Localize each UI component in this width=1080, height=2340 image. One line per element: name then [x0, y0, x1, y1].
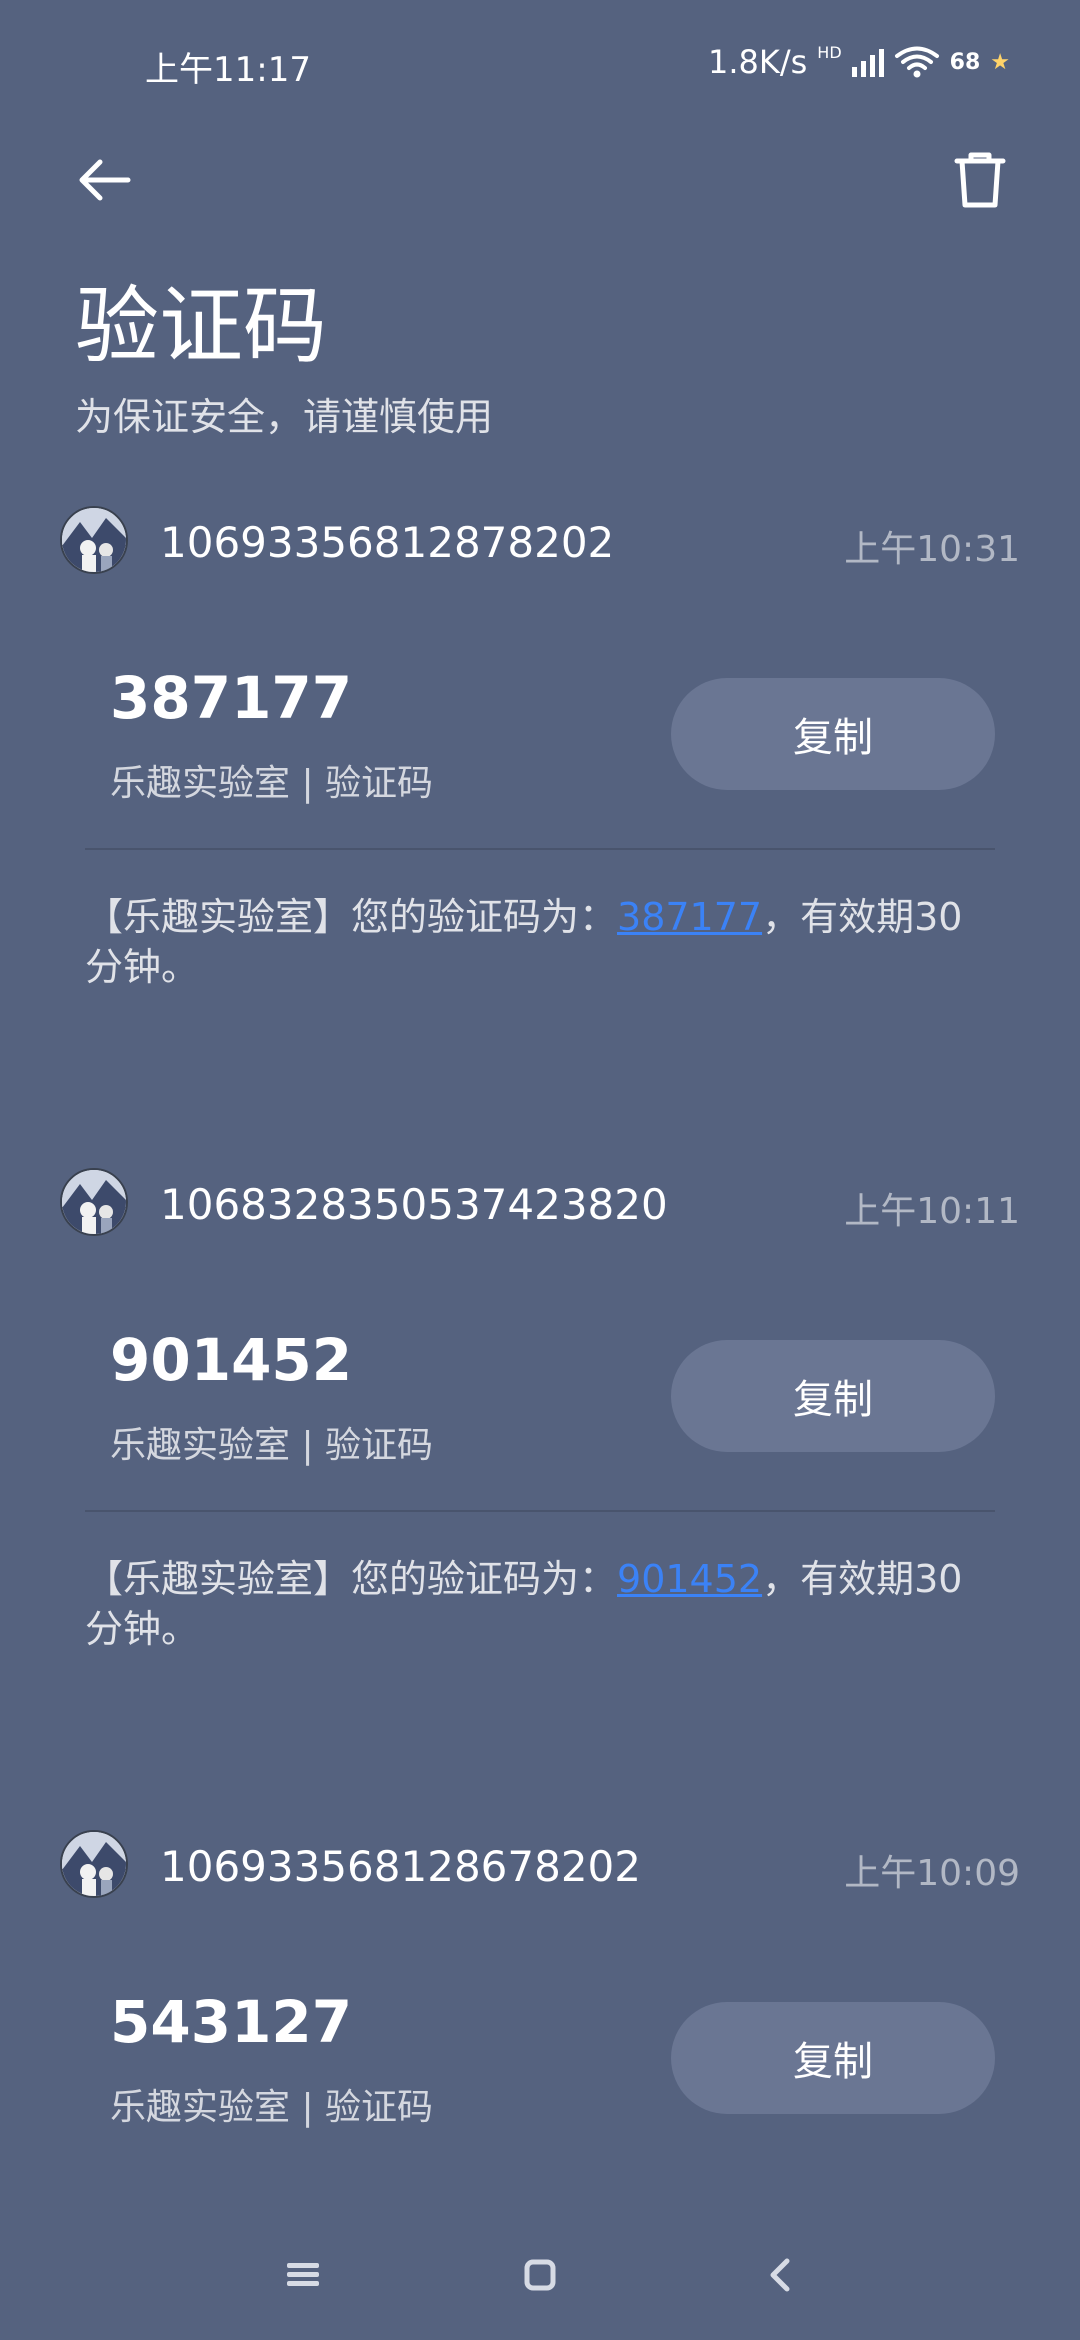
page-subtitle: 为保证安全，请谨慎使用 — [75, 395, 494, 439]
sender-number: 10693356812878202 — [160, 518, 615, 567]
message-code-link[interactable]: 901452 — [617, 1557, 762, 1601]
avatar-image-icon — [62, 1170, 126, 1234]
status-time: 上午11:17 — [145, 50, 311, 90]
back-arrow-icon — [79, 159, 131, 201]
sender-number: 106832835053742382​0 — [160, 1180, 668, 1229]
navigation-bar — [0, 2230, 1080, 2320]
avatar-image-icon — [62, 1832, 126, 1896]
code-source-tag: 乐趣实验室 | 验证码 — [110, 1425, 434, 1466]
copy-button[interactable]: 复制 — [671, 1340, 995, 1452]
verification-code-screen: 上午11:17 1.8K/s HD 68 ★ 验证码 为保证安全，请谨慎使用 1… — [0, 0, 1080, 2340]
status-bar: 上午11:17 1.8K/s HD 68 ★ — [0, 0, 1080, 130]
home-square-icon — [524, 2259, 556, 2291]
message-body-prefix: 【乐趣实验室】您的验证码为： — [85, 895, 618, 939]
verification-code: 901452 — [110, 1326, 353, 1394]
menu-icon — [287, 2263, 319, 2286]
delete-button[interactable] — [945, 145, 1015, 215]
divider — [85, 1510, 995, 1512]
message-time: 上午10:11 — [844, 1191, 1020, 1232]
signal-icon — [851, 47, 884, 77]
avatar[interactable] — [60, 506, 128, 574]
trash-icon — [954, 152, 1006, 208]
chevron-left-icon — [770, 2258, 790, 2292]
message-body: 【乐趣实验室】您的验证码为：387177，有效期30分钟。 — [85, 892, 985, 992]
divider — [85, 848, 995, 850]
copy-button[interactable]: 复制 — [671, 678, 995, 790]
menu-button[interactable] — [273, 2250, 333, 2300]
hd-label: HD — [817, 42, 842, 62]
message-body-prefix: 【乐趣实验室】您的验证码为： — [85, 1557, 618, 1601]
verification-code: 387177 — [110, 664, 353, 732]
sender-number: 10693356812867820​2 — [160, 1842, 641, 1891]
message-time: 上午10:31 — [844, 529, 1020, 570]
nav-back-button[interactable] — [750, 2250, 810, 2300]
copy-button[interactable]: 复制 — [671, 2002, 995, 2114]
message-code-link[interactable]: 387177 — [617, 895, 762, 939]
message-time: 上午10:09 — [844, 1853, 1020, 1894]
verification-code: 543127 — [110, 1988, 353, 2056]
message-body: 【乐趣实验室】您的验证码为：901452，有效期30分钟。 — [85, 1554, 985, 1654]
avatar-image-icon — [62, 508, 126, 572]
network-speed: 1.8K/s — [707, 43, 808, 81]
avatar[interactable] — [60, 1168, 128, 1236]
wifi-icon — [894, 46, 939, 78]
home-button[interactable] — [510, 2250, 570, 2300]
avatar[interactable] — [60, 1830, 128, 1898]
battery-saver-icon: ★ — [990, 49, 1010, 75]
page-title: 验证码 — [75, 277, 328, 375]
code-source-tag: 乐趣实验室 | 验证码 — [110, 763, 434, 804]
back-button[interactable] — [70, 145, 140, 215]
battery-level: 68 — [949, 49, 981, 75]
code-source-tag: 乐趣实验室 | 验证码 — [110, 2087, 434, 2128]
status-icons: 1.8K/s HD 68 ★ — [708, 42, 1010, 82]
